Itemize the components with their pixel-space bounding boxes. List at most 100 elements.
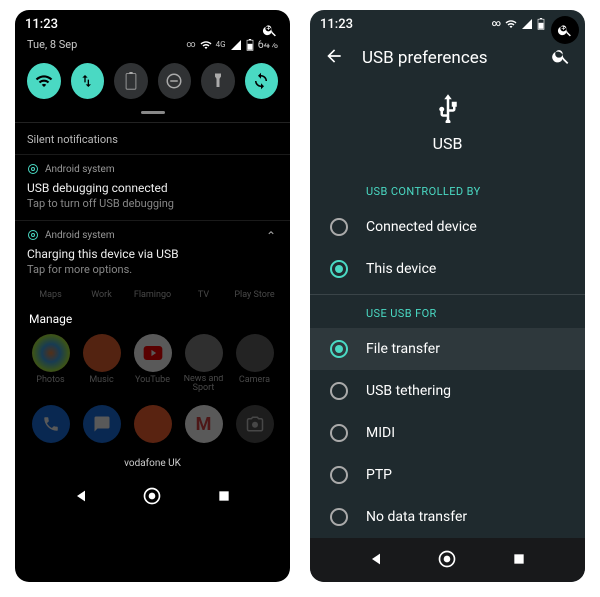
radio-ptp[interactable]: PTP: [310, 454, 585, 496]
radio-label: No data transfer: [366, 509, 467, 525]
radio-icon: [330, 218, 348, 236]
phone-usb-preferences: 11:23 ∞ USB preferences USB USB CONTROLL…: [310, 10, 585, 582]
app-messages[interactable]: [83, 405, 121, 446]
signal-icon: [230, 39, 242, 51]
usb-hero: USB: [310, 83, 585, 173]
signal-icon: [521, 18, 533, 30]
app-news[interactable]: News and Sport: [180, 334, 228, 393]
wifi-icon: [35, 72, 53, 90]
radio-icon: [330, 424, 348, 442]
radio-label: USB tethering: [366, 383, 451, 399]
settings-header: USB preferences: [310, 34, 585, 83]
back-button[interactable]: [70, 485, 92, 507]
radio-label: This device: [366, 261, 436, 277]
dnd-tile[interactable]: [158, 63, 192, 99]
dnd-icon: [165, 72, 183, 90]
navigation-bar: [15, 475, 290, 519]
page-title: USB preferences: [362, 48, 533, 68]
app-photos[interactable]: Photos: [27, 334, 75, 393]
network-label: 4G: [216, 40, 226, 49]
drag-handle[interactable]: [141, 111, 165, 114]
back-arrow-button[interactable]: [324, 46, 344, 69]
manage-label[interactable]: Manage: [25, 306, 280, 334]
notification-source: Android system: [45, 230, 115, 241]
gear-icon: [27, 229, 39, 241]
notification-usb-charging[interactable]: Android system Charging this device via …: [15, 220, 290, 286]
data-arrows-icon: [79, 73, 95, 89]
home-button[interactable]: [141, 485, 163, 507]
radio-label: PTP: [366, 467, 392, 483]
radio-connected-device[interactable]: Connected device: [310, 206, 585, 248]
rotate-tile[interactable]: [245, 63, 279, 99]
status-bar: 11:23: [15, 10, 290, 34]
radio-usb-tethering[interactable]: USB tethering: [310, 370, 585, 412]
radio-this-device[interactable]: This device: [310, 248, 585, 290]
search-button[interactable]: [551, 46, 571, 69]
rotate-icon: [252, 72, 270, 90]
navigation-bar: [310, 538, 585, 582]
radio-icon: [330, 382, 348, 400]
app-label[interactable]: Work: [78, 290, 126, 300]
notification-source: Android system: [45, 164, 115, 175]
search-icon: [551, 46, 571, 66]
radio-selected-icon: [330, 260, 348, 278]
group-controlled-by: USB CONTROLLED BY: [310, 173, 585, 206]
chevron-up-icon[interactable]: ⌃: [266, 229, 278, 243]
carrier-label: vodafone UK: [25, 452, 280, 475]
app-brave[interactable]: [134, 405, 172, 446]
back-button[interactable]: [365, 548, 387, 570]
notification-usb-debugging[interactable]: Android system USB debugging connected T…: [15, 154, 290, 220]
zoom-button[interactable]: [551, 16, 579, 44]
magnify-plus-icon: [262, 22, 278, 38]
home-screen-dimmed: Maps Work Flamingo TV Play Store Manage …: [15, 286, 290, 475]
home-icon: [142, 486, 162, 506]
recents-button[interactable]: [213, 485, 235, 507]
square-icon: [217, 489, 231, 503]
app-label[interactable]: TV: [180, 290, 228, 300]
radio-no-data-transfer[interactable]: No data transfer: [310, 496, 585, 538]
wifi-icon: [505, 18, 517, 30]
quick-settings-header: Tue, 8 Sep ∞ 4G 64%: [15, 34, 290, 59]
radio-file-transfer[interactable]: File transfer: [310, 328, 585, 370]
battery-icon: [125, 72, 137, 90]
silent-section-label: Silent notifications: [15, 122, 290, 154]
app-phone[interactable]: [32, 405, 70, 446]
gear-icon: [27, 163, 39, 175]
radio-label: MIDI: [366, 425, 395, 441]
group-use-usb-for: USE USB FOR: [310, 295, 585, 328]
recents-button[interactable]: [508, 548, 530, 570]
zoom-button[interactable]: [256, 16, 284, 44]
app-youtube[interactable]: YouTube: [129, 334, 177, 393]
app-label[interactable]: Maps: [27, 290, 75, 300]
radio-midi[interactable]: MIDI: [310, 412, 585, 454]
app-music[interactable]: Music: [78, 334, 126, 393]
phone-notification-shade: 11:23 Tue, 8 Sep ∞ 4G 64% Silent notific…: [15, 10, 290, 582]
notification-title: Charging this device via USB: [27, 247, 179, 261]
notification-body: Tap to turn off USB debugging: [27, 197, 278, 210]
app-camera-dock[interactable]: [236, 405, 274, 446]
notification-body: Tap for more options.: [27, 263, 179, 276]
wifi-icon: [200, 39, 212, 51]
app-label[interactable]: Play Store: [231, 290, 279, 300]
radio-icon: [330, 466, 348, 484]
home-icon: [437, 549, 457, 569]
quick-settings-tiles: [15, 59, 290, 107]
battery-icon: [246, 39, 254, 51]
arrow-left-icon: [324, 46, 344, 66]
square-icon: [512, 552, 526, 566]
clock: 11:23: [25, 17, 58, 32]
wifi-tile[interactable]: [27, 63, 61, 99]
battery-saver-tile[interactable]: [114, 63, 148, 99]
back-icon: [368, 551, 384, 567]
app-label[interactable]: Flamingo: [129, 290, 177, 300]
radio-label: File transfer: [366, 341, 440, 357]
date-text: Tue, 8 Sep: [27, 38, 77, 51]
flashlight-icon: [212, 72, 224, 90]
radio-label: Connected device: [366, 219, 477, 235]
usb-icon: [433, 93, 463, 123]
flashlight-tile[interactable]: [201, 63, 235, 99]
app-camera[interactable]: Camera: [231, 334, 279, 393]
app-gmail[interactable]: M: [185, 405, 223, 446]
data-tile[interactable]: [71, 63, 105, 99]
home-button[interactable]: [436, 548, 458, 570]
